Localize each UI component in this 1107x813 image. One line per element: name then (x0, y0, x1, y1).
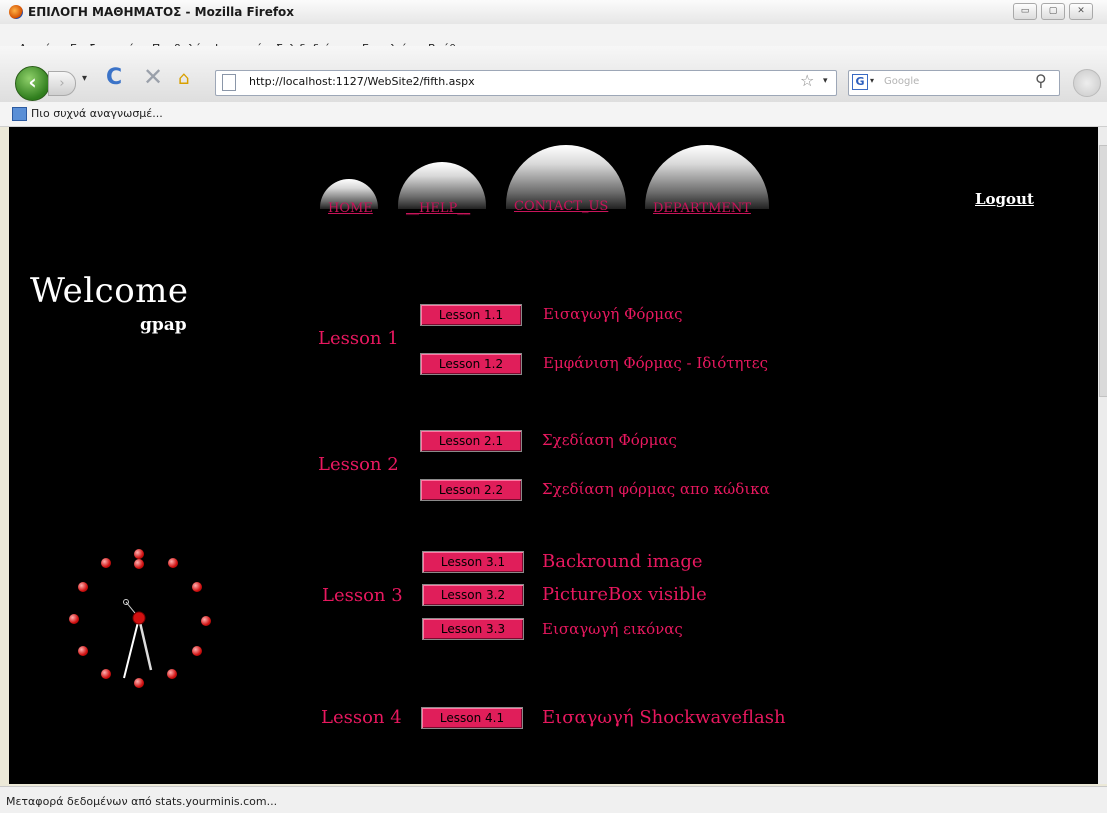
lesson-1-1-topic: Εισαγωγή Φόρμας (543, 305, 683, 323)
address-url[interactable]: http://localhost:1127/WebSite2/fifth.asp… (249, 75, 475, 88)
clock-hands (123, 599, 153, 679)
welcome-heading: Welcome (30, 271, 189, 311)
lesson-4-1-topic: Εισαγωγή Shockwaveflash (542, 707, 786, 728)
home-icon[interactable]: ⌂ (178, 68, 189, 89)
lesson-3-2-topic: PictureBox visible (542, 584, 707, 605)
stop-icon[interactable]: ✕ (143, 63, 163, 91)
back-button[interactable]: ‹ (15, 66, 50, 101)
lesson-2-label: Lesson 2 (318, 454, 399, 475)
bookmarks-toolbar (0, 102, 1107, 127)
bookmark-star-icon[interactable]: ☆ (800, 71, 814, 90)
search-input[interactable] (848, 70, 1060, 96)
reload-icon[interactable]: C (106, 65, 122, 90)
addon-circle-icon[interactable] (1073, 69, 1101, 97)
department-dome-icon (645, 145, 769, 209)
lesson-1-1-button[interactable]: Lesson 1.1 (420, 304, 522, 326)
lesson-2-2-topic: Σχεδίαση φόρμας απο κώδικα (542, 480, 770, 498)
nav-department-link[interactable]: DEPARTMENT (653, 201, 751, 216)
lesson-4-label: Lesson 4 (321, 707, 402, 728)
lesson-3-3-topic: Εισαγωγή εικόνας (542, 620, 683, 638)
lesson-4-1-button[interactable]: Lesson 4.1 (421, 707, 523, 729)
lesson-3-label: Lesson 3 (322, 585, 403, 606)
lesson-3-3-button[interactable]: Lesson 3.3 (422, 618, 524, 640)
search-icon[interactable]: ⚲ (1035, 71, 1047, 90)
bookmark-folder-icon (12, 107, 27, 121)
scrollbar-thumb[interactable] (1099, 145, 1107, 397)
analog-clock-widget (69, 545, 211, 688)
lesson-2-2-button[interactable]: Lesson 2.2 (420, 479, 522, 501)
search-engine-dropdown-icon[interactable]: ▾ (870, 76, 874, 85)
maximize-button[interactable]: ▢ (1041, 3, 1065, 20)
nav-help-link[interactable]: __HELP__ (406, 201, 470, 216)
lesson-3-2-button[interactable]: Lesson 3.2 (422, 584, 524, 606)
logout-link[interactable]: Logout (975, 190, 1034, 208)
page-icon (222, 74, 236, 91)
forward-button[interactable]: › (48, 71, 76, 96)
nav-contact-link[interactable]: CONTACT_US (514, 199, 608, 214)
lesson-2-1-button[interactable]: Lesson 2.1 (420, 430, 522, 452)
nav-home-link[interactable]: HOME (328, 201, 373, 216)
status-text: Μεταφορά δεδομένων από stats.yourminis.c… (6, 795, 278, 808)
username-label: gpap (140, 315, 187, 335)
search-placeholder: Google (884, 76, 920, 87)
minimize-button[interactable]: ▭ (1013, 3, 1037, 20)
lesson-1-label: Lesson 1 (318, 328, 399, 349)
history-dropdown-icon[interactable]: ▾ (82, 73, 87, 84)
window-title: ΕΠΙΛΟΓΗ ΜΑΘΗΜΑΤΟΣ - Mozilla Firefox (28, 5, 295, 19)
lesson-3-1-button[interactable]: Lesson 3.1 (422, 551, 524, 573)
lesson-3-1-topic: Backround image (542, 551, 703, 572)
firefox-icon (9, 5, 23, 19)
lesson-2-1-topic: Σχεδίαση Φόρμας (542, 431, 677, 449)
google-icon[interactable]: G (852, 74, 868, 90)
bookmark-most-visited[interactable]: Πιο συχνά αναγνωσμέ... (31, 107, 163, 120)
url-dropdown-icon[interactable]: ▾ (823, 76, 828, 86)
lesson-1-2-button[interactable]: Lesson 1.2 (420, 353, 522, 375)
web-page: HOME __HELP__ CONTACT_US DEPARTMENT Logo… (9, 127, 1098, 784)
close-button[interactable]: ✕ (1069, 3, 1093, 20)
lesson-1-2-topic: Εμφάνιση Φόρμας - Ιδιότητες (543, 354, 768, 372)
